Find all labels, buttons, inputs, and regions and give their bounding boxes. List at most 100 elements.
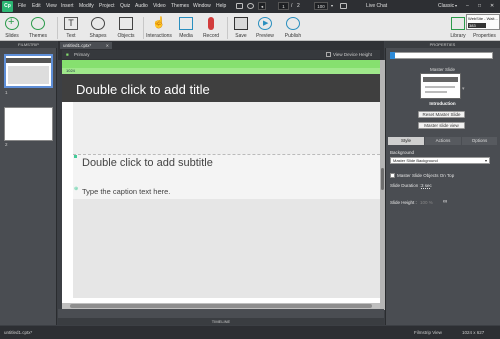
menu-themes[interactable]: Themes	[171, 3, 189, 9]
menu-insert[interactable]: Insert	[61, 3, 74, 9]
document-tab-label: untitled1.cptx*	[63, 43, 92, 48]
fit-icon[interactable]	[340, 3, 347, 9]
menu-window[interactable]: Window	[193, 3, 211, 9]
horizontal-scroll-thumb[interactable]	[70, 304, 372, 308]
close-icon[interactable]: ✕	[490, 3, 494, 9]
prev-page-button[interactable]: ◂	[258, 2, 266, 10]
slide-number-2: 2	[5, 142, 8, 147]
preview-button[interactable]: ▶ Preview	[254, 15, 276, 40]
zoom-field[interactable]: 100	[314, 2, 328, 10]
reset-master-slide-button[interactable]: Reset Master Slide	[418, 111, 465, 118]
slide-thumbnail-1[interactable]	[4, 54, 53, 88]
slide-caption-placeholder[interactable]: Type the caption text here.	[82, 187, 170, 196]
properties-header: PROPERTIES	[385, 41, 500, 48]
view-device-height-checkbox[interactable]	[326, 52, 331, 57]
page-total: 2	[297, 3, 300, 9]
page-current-field[interactable]: 1	[278, 2, 289, 10]
menu-help[interactable]: Help	[216, 3, 226, 9]
vertical-scroll-thumb[interactable]	[381, 168, 384, 190]
primary-icon: ■	[66, 52, 69, 57]
ruler-width-label: 1024	[66, 68, 75, 73]
document-tab[interactable]: untitled1.cptx* ✕	[60, 42, 112, 49]
shapes-button[interactable]: Shapes	[85, 15, 111, 40]
publish-button[interactable]: Publish	[282, 15, 304, 40]
menu-quiz[interactable]: Quiz	[120, 3, 130, 9]
menu-view[interactable]: View	[46, 3, 57, 9]
object-name-field[interactable]	[390, 52, 493, 59]
tab-actions[interactable]: Actions	[425, 137, 461, 145]
preview-label: Preview	[256, 33, 274, 39]
menu-audio[interactable]: Audio	[135, 3, 148, 9]
screen-icon[interactable]	[236, 3, 243, 9]
record-button[interactable]: Record	[200, 15, 222, 40]
themes-icon	[31, 17, 45, 30]
background-dropdown-icon: ▾	[484, 158, 487, 163]
objects-icon	[119, 17, 133, 30]
link-icon[interactable]: ∞	[443, 199, 447, 205]
tab-close-icon[interactable]: ✕	[106, 42, 109, 49]
slide-thumbnail-2[interactable]	[4, 107, 53, 141]
master-slide-name: Introduction	[429, 101, 456, 106]
save-button[interactable]: Save	[231, 15, 251, 40]
menu-project[interactable]: Project	[99, 3, 115, 9]
publish-label: Publish	[284, 33, 302, 39]
status-bar: untitled1.cptx* Filmstrip View 1024 x 62…	[0, 326, 500, 339]
workspace-select[interactable]: Classic	[438, 3, 454, 9]
captivate-window: Cp File Edit View Insert Modify Project …	[0, 0, 500, 339]
play-icon: ▶	[258, 17, 272, 30]
object-color-swatch	[390, 52, 395, 59]
master-slide-view-button[interactable]: Master slide view	[418, 122, 465, 129]
tab-style[interactable]: Style	[388, 137, 424, 145]
objects-on-top-checkbox[interactable]	[390, 173, 395, 178]
stage-bar: ■ Primary View Device Height	[62, 50, 380, 59]
slides-button[interactable]: + Slides	[2, 15, 22, 40]
slide-content-area	[73, 102, 380, 154]
slide-duration-value[interactable]: 3 sec	[421, 183, 432, 188]
slide-title-placeholder[interactable]: Double click to add title	[76, 82, 210, 97]
workspace-dropdown-icon[interactable]: ▾	[455, 3, 457, 8]
master-slide-thumbnail[interactable]	[420, 73, 461, 99]
floppy-disk-icon	[234, 17, 248, 30]
main-toolbar: + Slides Themes T Text Shapes Objects ☝ …	[0, 13, 500, 41]
slide-number-1: 1	[5, 90, 8, 95]
objects-on-top-label: Master Slide Objects On Top	[397, 173, 455, 178]
status-file: untitled1.cptx*	[4, 330, 33, 335]
view-device-height-label: View Device Height	[333, 52, 372, 57]
slide-height-value[interactable]: 100 %	[420, 200, 433, 205]
text-button[interactable]: T Text	[61, 15, 81, 40]
menu-modify[interactable]: Modify	[79, 3, 94, 9]
live-chat-link[interactable]: Live Chat	[366, 3, 387, 9]
master-slide-dropdown-icon[interactable]: ▾	[462, 86, 465, 92]
breakpoint-ruler[interactable]	[62, 60, 380, 68]
timeline-toggle[interactable]: TIMELINE	[58, 318, 384, 325]
menu-bar: Cp File Edit View Insert Modify Project …	[0, 0, 500, 13]
interactions-button[interactable]: ☝ Interactions	[146, 15, 172, 40]
save-label: Save	[235, 33, 247, 39]
interactions-label: Interactions	[146, 33, 172, 39]
library-label: Library	[450, 33, 466, 39]
zoom-dropdown-icon[interactable]: ▾	[331, 3, 333, 8]
menu-edit[interactable]: Edit	[32, 3, 41, 9]
background-select[interactable]: Master Slide Background ▾	[390, 157, 490, 164]
menu-file[interactable]: File	[18, 3, 26, 9]
background-select-value: Master Slide Background	[393, 158, 438, 163]
tooltip-line2: 383	[468, 23, 486, 28]
menu-video[interactable]: Video	[153, 3, 166, 9]
objects-label: Objects	[117, 33, 135, 39]
minimize-icon[interactable]: –	[466, 3, 469, 9]
status-size: 1024 x 627	[462, 330, 485, 335]
slide-height-label: Slide Height :	[390, 200, 417, 205]
media-icon	[179, 17, 193, 30]
master-slide-label: Master Slide	[429, 67, 455, 72]
objects-button[interactable]: Objects	[114, 15, 138, 40]
app-logo: Cp	[2, 1, 13, 12]
tab-options[interactable]: Options	[462, 137, 497, 145]
record-icon[interactable]	[247, 3, 254, 9]
themes-button[interactable]: Themes	[26, 15, 50, 40]
slide-subtitle-placeholder[interactable]: Double click to add subtitle	[82, 157, 213, 169]
maximize-icon[interactable]: □	[478, 3, 481, 9]
media-button[interactable]: Media	[175, 15, 197, 40]
filmstrip-header: FILMSTRIP	[0, 41, 57, 48]
caption-handle-icon: ⊕	[74, 186, 79, 192]
toolbar-divider	[57, 17, 58, 39]
